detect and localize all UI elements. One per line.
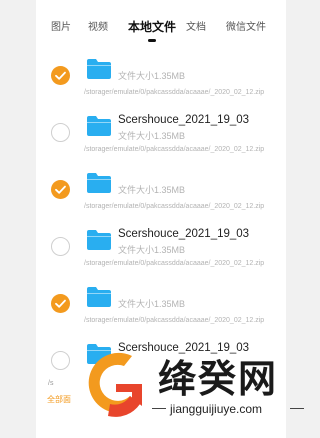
checkbox-unchecked-icon[interactable]: [51, 351, 70, 370]
folder-icon: [86, 58, 112, 80]
file-size: 文件大小1.35MB: [118, 131, 186, 141]
folder-icon: [86, 115, 112, 137]
active-tab-indicator: [148, 39, 156, 42]
file-list: 文件大小1.35MB/storager/emulate/0/pakcassdda…: [36, 50, 286, 392]
file-size: 文件大小1.35MB: [118, 71, 186, 81]
file-list-item[interactable]: 文件大小1.35MB/storager/emulate/0/pakcassdda…: [36, 278, 286, 335]
file-path: /storager/emulate/0/pakcassdda/acaaae/_2…: [84, 203, 265, 210]
folder-icon: [86, 286, 112, 308]
file-path: /storager/emulate/0/pakcassdda/acaaae/_2…: [84, 89, 265, 96]
folder-icon: [86, 172, 112, 194]
file-path: /storager/emulate/0/pakcassdda/acaaae/_2…: [84, 146, 265, 153]
tab-documents[interactable]: 文档: [186, 22, 206, 34]
checkbox-unchecked-icon[interactable]: [51, 123, 70, 142]
file-size: 文件大小1.35MB: [118, 245, 186, 255]
file-size: 文件大小1.35MB: [118, 185, 186, 195]
watermark-logo: [88, 352, 142, 417]
folder-icon: [86, 229, 112, 251]
tab-local-files[interactable]: 本地文件: [128, 21, 176, 33]
select-all-button[interactable]: 全部面: [47, 394, 71, 405]
file-list-item[interactable]: Scershouce_2021_19_03 文件大小1.35MB/storager…: [36, 221, 286, 278]
category-tabs: 图片 视频 本地文件 文档 微信文件: [36, 0, 286, 42]
checkbox-unchecked-icon[interactable]: [51, 237, 70, 256]
tab-videos[interactable]: 视频: [88, 22, 108, 34]
watermark-brand: 绛癸网: [158, 359, 279, 401]
watermark-rule-right: [290, 408, 304, 409]
watermark-domain: jiangguijiuye.com: [170, 402, 263, 416]
file-name: Scershouce_2021_19_03: [118, 114, 250, 126]
tab-wechat-files[interactable]: 微信文件: [226, 22, 266, 34]
file-list-item[interactable]: Scershouce_2021_19_03 文件大小1.35MB/storager…: [36, 107, 286, 164]
checkbox-checked-icon[interactable]: [51, 180, 70, 199]
checkbox-checked-icon[interactable]: [51, 294, 70, 313]
file-list-item[interactable]: 文件大小1.35MB/storager/emulate/0/pakcassdda…: [36, 164, 286, 221]
file-path: /storager/emulate/0/pakcassdda/acaaae/_2…: [84, 317, 265, 324]
watermark: 绛癸网 jiangguijiuye.com: [78, 344, 314, 438]
watermark-rule-left: [152, 408, 166, 409]
tab-images[interactable]: 图片: [51, 22, 71, 34]
file-path: /storager/emulate/0/pakcassdda/acaaae/_2…: [84, 260, 265, 267]
checkbox-checked-icon[interactable]: [51, 66, 70, 85]
file-size: 文件大小1.35MB: [118, 299, 186, 309]
file-name: Scershouce_2021_19_03: [118, 228, 250, 240]
selection-count: /s: [48, 380, 54, 387]
file-list-item[interactable]: 文件大小1.35MB/storager/emulate/0/pakcassdda…: [36, 50, 286, 107]
